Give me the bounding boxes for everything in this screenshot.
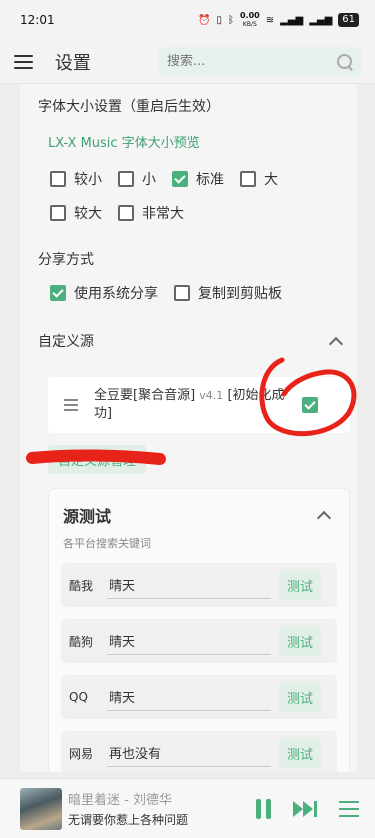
font-preview: LX-X Music 字体大小预览 xyxy=(48,136,200,151)
status-icons: ⏰ ▯ ᛒ 0.00 KB/S ≋ ▂▄▆ ▂▄▆ 61 xyxy=(198,11,359,29)
custom-source-title: 自定义源 xyxy=(38,334,94,350)
font-option-very-large[interactable]: 非常大 xyxy=(118,203,184,223)
source-info: 全豆要[聚合音源] v4.1 [初始化成功] xyxy=(94,387,290,423)
checkbox[interactable] xyxy=(50,171,66,187)
checkbox[interactable] xyxy=(118,171,134,187)
share-option-system[interactable]: 使用系统分享 xyxy=(50,283,158,303)
share-option-clipboard[interactable]: 复制到剪贴板 xyxy=(174,283,282,303)
test-button[interactable]: 测试 xyxy=(279,570,322,600)
source-name: 全豆要[聚合音源] xyxy=(94,388,196,403)
checkbox-checked[interactable] xyxy=(50,285,66,301)
song-lyric: 无谓要你惹上各种问题 xyxy=(68,813,189,827)
source-test-header[interactable]: 源测试 xyxy=(61,503,337,527)
test-button[interactable]: 测试 xyxy=(279,738,322,768)
bluetooth-icon: ᛒ xyxy=(227,14,234,26)
source-test-title: 源测试 xyxy=(63,507,112,526)
checkbox[interactable] xyxy=(174,285,190,301)
status-time: 12:01 xyxy=(20,13,55,27)
app-bar: 设置 xyxy=(0,40,375,84)
chevron-up-icon[interactable] xyxy=(328,336,344,352)
search-input[interactable] xyxy=(167,54,337,69)
source-test-card: 源测试 各平台搜索关键词 酷我 测试 酷狗 测试 QQ 测试 网易 测试 xyxy=(48,488,350,772)
custom-source-manage-button[interactable]: 自定义源管理 xyxy=(48,445,147,474)
search-box[interactable] xyxy=(159,46,361,77)
platform-label: QQ xyxy=(69,690,88,704)
alarm-icon: ⏰ xyxy=(198,14,211,26)
player-controls xyxy=(256,798,359,819)
platform-label: 网易 xyxy=(69,746,94,761)
platform-label: 酷我 xyxy=(69,578,94,593)
song-info[interactable]: 暗里着迷 - 刘德华 无谓要你惹上各种问题 xyxy=(68,789,256,828)
test-row-kugou: 酷狗 测试 xyxy=(61,619,337,663)
share-options: 使用系统分享 复制到剪贴板 xyxy=(50,283,357,303)
font-option-standard[interactable]: 标准 xyxy=(172,169,224,189)
signal-icon-2: ▂▄▆ xyxy=(309,14,333,26)
checkbox[interactable] xyxy=(118,205,134,221)
vibrate-icon: ▯ xyxy=(216,14,222,26)
pause-icon[interactable] xyxy=(256,798,271,819)
custom-source-item[interactable]: 全豆要[聚合音源] v4.1 [初始化成功] xyxy=(48,377,350,433)
next-track-icon[interactable] xyxy=(293,800,317,817)
settings-content: 字体大小设置（重启后生效） LX-X Music 字体大小预览 较小 小 标准 … xyxy=(20,84,357,772)
font-option-large[interactable]: 大 xyxy=(240,169,278,189)
platform-label: 酷狗 xyxy=(69,634,94,649)
song-title: 暗里着迷 - 刘德华 xyxy=(68,793,172,808)
signal-icon: ▂▄▆ xyxy=(280,14,304,26)
custom-source-header[interactable]: 自定义源 xyxy=(38,331,357,352)
status-bar: 12:01 ⏰ ▯ ᛒ 0.00 KB/S ≋ ▂▄▆ ▂▄▆ 61 xyxy=(0,0,375,40)
test-row-netease: 网易 测试 xyxy=(61,731,337,772)
test-button[interactable]: 测试 xyxy=(279,626,322,656)
source-enable-checkbox[interactable] xyxy=(302,397,318,413)
test-button[interactable]: 测试 xyxy=(279,682,322,712)
chevron-up-icon[interactable] xyxy=(316,510,332,526)
share-title: 分享方式 xyxy=(38,252,94,268)
test-row-qq: QQ 测试 xyxy=(61,675,337,719)
source-version: v4.1 xyxy=(199,389,224,402)
keyword-input[interactable] xyxy=(107,571,271,599)
network-speed: 0.00 KB/S xyxy=(239,11,260,28)
page-title: 设置 xyxy=(54,52,91,74)
font-size-title: 字体大小设置（重启后生效） xyxy=(38,99,220,115)
playlist-icon[interactable] xyxy=(339,800,359,817)
test-row-kuwo: 酷我 测试 xyxy=(61,563,337,607)
search-icon[interactable] xyxy=(337,53,353,70)
checkbox-checked[interactable] xyxy=(172,171,188,187)
checkbox[interactable] xyxy=(240,171,256,187)
album-cover[interactable] xyxy=(20,787,62,830)
menu-icon[interactable] xyxy=(14,54,33,69)
font-option-smaller[interactable]: 较小 xyxy=(50,169,102,189)
keyword-input[interactable] xyxy=(107,683,271,711)
source-test-subtitle: 各平台搜索关键词 xyxy=(63,537,151,550)
keyword-input[interactable] xyxy=(107,739,271,767)
drag-handle-icon[interactable] xyxy=(64,399,78,411)
keyword-input[interactable] xyxy=(107,627,271,655)
font-option-larger[interactable]: 较大 xyxy=(50,203,102,223)
checkbox[interactable] xyxy=(50,205,66,221)
battery-icon: 61 xyxy=(338,13,359,27)
wifi-icon: ≋ xyxy=(265,14,275,26)
mini-player[interactable]: 暗里着迷 - 刘德华 无谓要你惹上各种问题 xyxy=(0,778,375,838)
font-option-small[interactable]: 小 xyxy=(118,169,156,189)
font-size-options-row-2: 较大 非常大 xyxy=(50,203,357,223)
font-size-options-row-1: 较小 小 标准 大 xyxy=(50,169,357,189)
